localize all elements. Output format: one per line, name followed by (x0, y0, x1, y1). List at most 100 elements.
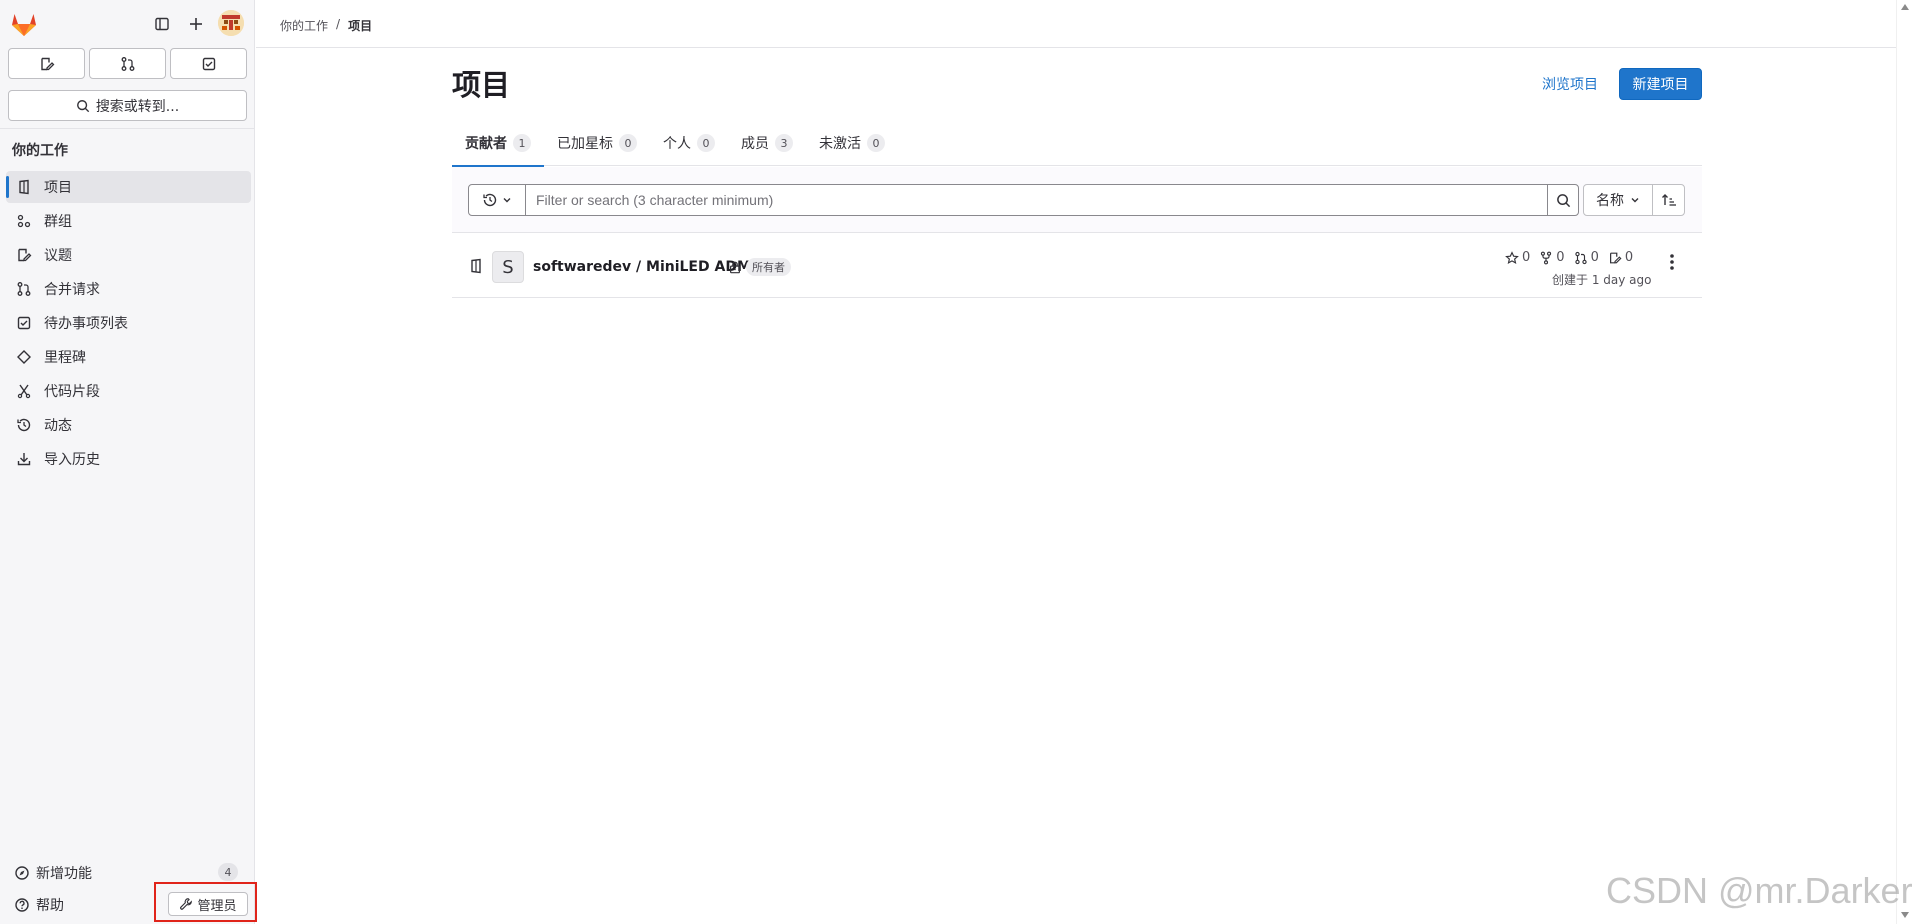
breadcrumb-current[interactable]: 项目 (348, 17, 372, 34)
issues-icon (1609, 252, 1622, 263)
tab-count-badge: 0 (867, 134, 885, 152)
tab-label: 成员 (741, 136, 769, 152)
project-role-badge: 所有者 (746, 258, 791, 276)
tab-count-badge: 0 (619, 134, 637, 152)
merge-requests-count-link[interactable]: 0 (1574, 250, 1599, 265)
project-name-link[interactable]: softwaredev / MiniLED ADM (533, 259, 751, 275)
lock-icon (728, 260, 742, 278)
sidebar-item-label: 动态 (44, 418, 72, 434)
tab-starred[interactable]: 已加星标 0 (544, 120, 650, 166)
stars-count-link[interactable]: 0 (1505, 250, 1530, 265)
watermark-text: CSDN @mr.Darker (1606, 870, 1912, 911)
whats-new-count-badge: 4 (218, 863, 238, 881)
project-icon (16, 179, 32, 195)
create-new-icon[interactable] (182, 10, 210, 38)
new-project-button[interactable]: 新建项目 (1619, 68, 1702, 100)
tab-inactive[interactable]: 未激活 0 (806, 120, 898, 166)
tab-label: 贡献者 (465, 136, 507, 152)
sidebar-item-activity[interactable]: 动态 (6, 409, 251, 441)
user-avatar[interactable] (218, 10, 244, 36)
history-icon (16, 417, 32, 433)
whats-new-label: 新增功能 (36, 866, 92, 882)
sidebar: 搜索或转到... 你的工作 项目 群组 议题 合并请求 待办事项列表 里程碑 代… (0, 0, 257, 924)
top-bar: 你的工作 / 项目 (256, 0, 1896, 48)
sidebar-item-todos[interactable]: 待办事项列表 (6, 307, 251, 339)
admin-area-button[interactable]: 管理员 (168, 892, 248, 916)
merge-requests-button[interactable] (89, 48, 166, 79)
sidebar-item-label: 群组 (44, 214, 72, 230)
issues-icon (40, 57, 54, 70)
admin-label: 管理员 (197, 898, 237, 914)
tab-personal[interactable]: 个人 0 (650, 120, 728, 166)
sidebar-item-label: 导入历史 (44, 452, 100, 468)
sort-field-dropdown[interactable]: 名称 (1583, 184, 1653, 216)
filter-search-input[interactable] (525, 184, 1548, 216)
recent-searches-dropdown[interactable] (468, 184, 526, 216)
tab-label: 未激活 (819, 136, 861, 152)
issues-icon (16, 247, 32, 263)
merge-requests-count: 0 (1590, 250, 1599, 265)
merge-request-icon (121, 56, 134, 71)
issues-count-link[interactable]: 0 (1608, 250, 1633, 265)
merge-request-icon (1574, 251, 1587, 264)
breadcrumb-separator: / (336, 17, 341, 31)
assigned-issues-button[interactable] (8, 48, 85, 79)
history-icon (483, 193, 497, 207)
import-icon (16, 451, 32, 467)
sidebar-item-label: 代码片段 (44, 384, 100, 400)
sidebar-item-merge-requests[interactable]: 合并请求 (6, 273, 251, 305)
tab-label: 已加星标 (557, 136, 613, 152)
search-submit-button[interactable] (1547, 184, 1579, 216)
breadcrumb-parent-link[interactable]: 你的工作 (280, 17, 328, 34)
gitlab-logo-icon[interactable] (10, 11, 38, 37)
project-icon (468, 258, 484, 278)
todo-list-button[interactable] (170, 48, 247, 79)
forks-count-link[interactable]: 0 (1539, 250, 1565, 265)
issues-count: 0 (1624, 250, 1634, 265)
merge-request-icon (16, 281, 32, 297)
page-title: 项目 (452, 68, 511, 102)
project-avatar[interactable]: S (492, 251, 524, 283)
sidebar-item-snippets[interactable]: 代码片段 (6, 375, 251, 407)
whats-new-button[interactable]: 新增功能 (14, 863, 92, 883)
tab-contributed[interactable]: 贡献者 1 (452, 120, 544, 167)
help-icon (15, 898, 29, 912)
todo-icon (202, 57, 215, 70)
todo-icon (16, 315, 32, 331)
browse-projects-link[interactable]: 浏览项目 (1542, 74, 1598, 94)
search-goto-button[interactable]: 搜索或转到... (8, 90, 247, 121)
project-actions-button[interactable] (1662, 251, 1682, 273)
search-icon (1556, 193, 1570, 207)
sidebar-item-label: 里程碑 (44, 350, 86, 366)
sidebar-divider (0, 128, 255, 129)
fork-icon (1541, 251, 1552, 264)
star-icon (1505, 250, 1519, 264)
sidebar-item-label: 项目 (44, 180, 72, 196)
scroll-down-icon[interactable] (1901, 912, 1909, 918)
sidebar-item-label: 合并请求 (44, 282, 100, 298)
sort-ascending-icon (1661, 194, 1676, 206)
sidebar-item-projects[interactable]: 项目 (6, 171, 251, 203)
page-scrollbar[interactable] (1896, 0, 1912, 924)
help-button[interactable]: 帮助 (14, 895, 64, 915)
group-icon (16, 213, 32, 229)
help-label: 帮助 (36, 898, 64, 914)
sidebar-item-milestones[interactable]: 里程碑 (6, 341, 251, 373)
toggle-sidebar-icon[interactable] (148, 10, 176, 38)
sidebar-item-groups[interactable]: 群组 (6, 205, 251, 237)
filter-bar: 名称 (452, 167, 1702, 233)
scroll-up-icon[interactable] (1901, 4, 1909, 10)
sidebar-item-issues[interactable]: 议题 (6, 239, 251, 271)
project-stats: 0 0 0 0 (1505, 250, 1633, 265)
compass-icon (15, 866, 29, 880)
tab-member[interactable]: 成员 3 (728, 120, 806, 166)
project-tabs: 贡献者 1 已加星标 0 个人 0 成员 3 未激活 0 (452, 120, 1702, 167)
snippet-icon (16, 383, 32, 399)
sort-field-label: 名称 (1596, 193, 1624, 209)
tab-count-badge: 1 (513, 134, 531, 152)
sidebar-item-label: 待办事项列表 (44, 316, 128, 332)
project-created-time: 创建于 1 day ago (1552, 273, 1652, 287)
sort-direction-button[interactable] (1652, 184, 1685, 216)
breadcrumb: 你的工作 / 项目 (280, 17, 372, 34)
sidebar-item-import-history[interactable]: 导入历史 (6, 443, 251, 475)
